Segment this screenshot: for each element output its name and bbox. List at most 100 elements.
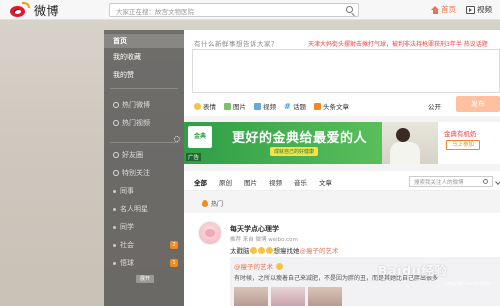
search-input[interactable]: 大家正在搜：故宫文物医院 <box>109 3 359 17</box>
compose-hint: 有什么新鲜事想告诉大家？ <box>194 40 278 48</box>
tool-label: 头条文章 <box>323 103 349 111</box>
home-icon <box>431 5 439 14</box>
emoji-button[interactable]: 表情 <box>194 101 216 111</box>
feed-tabs-bar: 全部 原创 图片 视频 音乐 文章 搜索我关注人的微博 <box>184 171 500 191</box>
post-text-mid: 想瘦找她 <box>273 247 300 255</box>
thumbnail[interactable] <box>234 287 268 306</box>
tab-music[interactable]: 音乐 <box>294 177 307 187</box>
send-button[interactable]: 发布 <box>456 96 500 112</box>
search-icon[interactable] <box>483 179 488 184</box>
bullet-icon <box>113 189 116 193</box>
sidebar-item-hot-video[interactable]: 热门视频 <box>104 116 184 130</box>
ad-subtitle: 成就自己的好健康 <box>270 147 319 156</box>
quote-title: @瘦子的艺术 <box>234 261 283 271</box>
feed-search-input[interactable]: 搜索我关注人的微博 <box>409 176 493 187</box>
sidebar-item-classmates[interactable]: 同学 <box>104 220 184 234</box>
sidebar-item-celebrities[interactable]: 名人明星 <box>104 202 184 216</box>
emoji-icon <box>194 102 201 110</box>
emoji-icon <box>250 246 257 254</box>
top-nav: 首页 视频 <box>431 4 492 15</box>
mention-link[interactable]: @瘦子的艺术 <box>300 245 339 255</box>
sidebar-item-colleagues[interactable]: 同事 <box>104 184 184 198</box>
unread-badge: 2 <box>170 241 178 249</box>
compose-textarea[interactable] <box>192 49 500 93</box>
feed-search-placeholder: 搜索我关注人的微博 <box>414 180 464 186</box>
post-text-prefix: 太戳脑 <box>230 247 250 255</box>
sidebar-divider <box>110 142 178 143</box>
sidebar-item-home[interactable]: 首页 <box>104 34 184 48</box>
sidebar-item-label: 同事 <box>120 187 134 195</box>
expand-button[interactable]: 展开 <box>136 275 154 283</box>
thumbnail[interactable] <box>271 287 305 306</box>
sidebar-item-group[interactable]: 悟球 1 <box>104 256 184 270</box>
emoji-icon <box>266 246 273 254</box>
tool-label: 话题 <box>293 103 306 111</box>
search-icon[interactable] <box>346 6 353 13</box>
bullet-icon <box>113 225 116 229</box>
weibo-logo[interactable]: 微博 <box>8 2 98 18</box>
sidebar-item-label: 特别关注 <box>122 169 150 177</box>
avatar[interactable] <box>198 221 222 245</box>
sidebar-item-label: 悟球 <box>120 259 134 267</box>
thumbnail[interactable] <box>308 287 342 306</box>
feed-tabs: 全部 原创 图片 视频 音乐 文章 <box>194 177 332 187</box>
brand-name: 微博 <box>34 3 60 18</box>
sidebar-item-label: 社会 <box>120 241 134 249</box>
post-thumbnails <box>234 287 342 306</box>
sidebar-item-hot-weibo[interactable]: 热门微博 <box>104 98 184 112</box>
hot-topic-link[interactable]: 天津大妈街头摆射击摊打气球，被判非法持枪罪获刑3年半 热议话题 <box>308 39 488 48</box>
topic-button[interactable]: # 话题 <box>284 101 306 111</box>
nav-home[interactable]: 首页 <box>431 4 456 15</box>
compose-panel: 有什么新鲜事想告诉大家？ 天津大妈街头摆射击摊打气球，被判非法持枪罪获刑3年半 … <box>184 30 500 116</box>
bullet-icon <box>113 261 116 265</box>
weibo-logo-icon <box>8 2 30 17</box>
sidebar-item-special[interactable]: 特别关注 <box>104 166 184 180</box>
hot-section-label: 热门 <box>202 199 223 208</box>
post-meta: 推荐 来自 微博 weibo.com <box>230 237 298 243</box>
unread-badge: 1 <box>170 259 178 267</box>
ad-tag: 广告 <box>186 153 202 161</box>
hot-icon <box>113 102 119 108</box>
post-author[interactable]: 每天学点心理学 <box>230 224 279 234</box>
sidebar-item-friends[interactable]: 好友圈 <box>104 148 184 162</box>
sidebar-item-label: 首页 <box>113 37 127 45</box>
ad-brand-logo: 金典 <box>188 126 212 148</box>
ad-follow-button[interactable]: 马上参加 <box>446 140 480 150</box>
picture-button[interactable]: 图片 <box>224 101 246 111</box>
tab-pictures[interactable]: 图片 <box>244 177 257 187</box>
sidebar-item-label: 热门视频 <box>122 119 150 127</box>
main-column: 有什么新鲜事想告诉大家？ 天津大妈街头摆射击摊打气球，被判非法持枪罪获刑3年半 … <box>184 30 500 306</box>
video-icon <box>254 102 261 110</box>
ad-title: 更好的金典给最爱的人 <box>232 131 368 146</box>
hot-label-text: 热门 <box>211 201 224 208</box>
sidebar-item-society[interactable]: 社会 2 <box>104 238 184 252</box>
ad-banner[interactable]: 金典 更好的金典给最爱的人 成就自己的好健康 广告 金典有机奶 马上参加 <box>184 122 500 164</box>
topic-icon: # <box>284 101 291 111</box>
tab-videos[interactable]: 视频 <box>269 177 282 187</box>
tab-original[interactable]: 原创 <box>219 177 232 187</box>
visibility-select[interactable]: 公开 <box>428 101 441 111</box>
sidebar-item-likes[interactable]: 我的赞 <box>104 68 184 82</box>
top-bar: 微博 大家正在搜：故宫文物医院 首页 视频 <box>0 0 500 20</box>
ad-image <box>382 122 438 164</box>
emoji-icon <box>258 246 265 254</box>
sidebar-item-label: 我的赞 <box>113 71 134 79</box>
sidebar-item-label: 名人明星 <box>120 205 148 213</box>
tab-all[interactable]: 全部 <box>194 177 207 187</box>
tool-label: 图片 <box>233 103 246 111</box>
tool-label: 视频 <box>263 103 276 111</box>
ad-side-panel: 金典有机奶 马上参加 <box>438 122 500 164</box>
video-icon <box>113 120 119 126</box>
picture-icon <box>224 102 231 110</box>
nav-video-label: 视频 <box>477 5 492 14</box>
baidu-watermark: Baidu经验 <box>378 264 448 278</box>
sidebar-item-label: 好友圈 <box>122 151 143 159</box>
sidebar-item-favorites[interactable]: 我的收藏 <box>104 50 184 64</box>
article-button[interactable]: 头条文章 <box>314 101 349 111</box>
tab-articles[interactable]: 文章 <box>319 177 332 187</box>
quote-author[interactable]: @瘦子的艺术 <box>234 261 273 271</box>
video-button[interactable]: 视频 <box>254 101 276 111</box>
search-placeholder: 大家正在搜：故宫文物医院 <box>116 8 194 16</box>
chevron-down-icon[interactable] <box>495 179 500 185</box>
nav-video[interactable]: 视频 <box>466 4 492 15</box>
